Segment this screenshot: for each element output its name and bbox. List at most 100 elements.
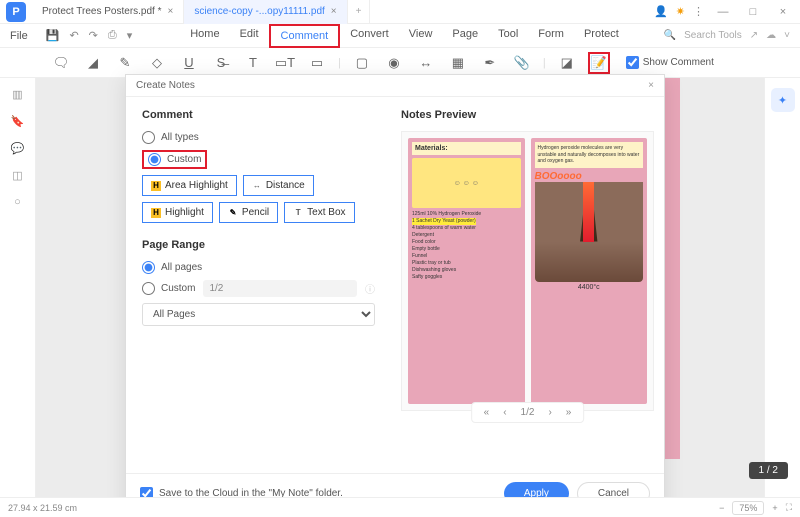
cloud-icon[interactable]: ☁ — [766, 30, 776, 41]
show-comment-toggle[interactable]: Show Comment — [626, 56, 714, 69]
comments-icon[interactable]: 💬 — [11, 142, 25, 155]
save-icon[interactable]: 💾 — [46, 29, 60, 42]
underline-tool-icon[interactable]: U — [178, 52, 200, 74]
close-icon[interactable]: × — [331, 6, 337, 17]
create-note-tool-icon[interactable]: 📝 — [588, 52, 610, 74]
menu-view[interactable]: View — [399, 24, 443, 48]
ai-panel-icon[interactable]: ✦ — [771, 88, 795, 112]
close-button[interactable]: × — [772, 6, 794, 18]
page-indicator: 1/2 — [521, 407, 535, 418]
highlight-tool-icon[interactable]: ◢ — [82, 52, 104, 74]
chip-distance[interactable]: ↔Distance — [243, 175, 314, 196]
chip-area-highlight[interactable]: HArea Highlight — [142, 175, 237, 196]
maximize-button[interactable]: □ — [742, 6, 764, 18]
tab-label: Protect Trees Posters.pdf * — [42, 6, 162, 17]
shape-tool-icon[interactable]: ▢ — [351, 52, 373, 74]
statusbar: 27.94 x 21.59 cm − 75% + ⛶ — [0, 497, 800, 517]
menu-page[interactable]: Page — [442, 24, 488, 48]
prev-page-icon[interactable]: ‹ — [503, 407, 506, 418]
file-menu[interactable]: File — [0, 30, 38, 42]
dropdown-icon[interactable]: ▾ — [127, 29, 133, 42]
materials-list: 125ml 10% Hydrogen Peroxide 1 Sachet Dry… — [412, 211, 521, 281]
user-avatar-icon[interactable]: 👤 — [654, 5, 668, 18]
eraser-tool-icon[interactable]: ◇ — [146, 52, 168, 74]
area-tool-icon[interactable]: ▦ — [447, 52, 469, 74]
preview-heading: Notes Preview — [401, 109, 654, 121]
create-notes-dialog: Create Notes × Comment All types Custom … — [125, 74, 665, 514]
fit-width-icon[interactable]: ⛶ — [786, 502, 792, 513]
page-select[interactable]: All Pages — [142, 303, 375, 326]
titlebar: P Protect Trees Posters.pdf * × science-… — [0, 0, 800, 24]
boom-text: BOOoooo — [535, 171, 644, 182]
attach-tool-icon[interactable]: 📎 — [511, 52, 533, 74]
stamp-tool-icon[interactable]: ◉ — [383, 52, 405, 74]
zoom-level[interactable]: 75% — [732, 501, 764, 515]
tab-label: science-copy -...opy11111.pdf — [194, 6, 324, 17]
note-tool-icon[interactable]: 🗨 — [50, 52, 72, 74]
chip-pencil[interactable]: ✎Pencil — [219, 202, 278, 223]
all-types-radio[interactable]: All types — [142, 131, 375, 144]
custom-pages-radio[interactable]: Custom — [142, 282, 195, 295]
zoom-in-icon[interactable]: + — [772, 503, 777, 513]
textbox-tool-icon[interactable]: ▭T — [274, 52, 296, 74]
search-placeholder[interactable]: Search Tools — [684, 30, 742, 41]
info-icon: ⓘ — [365, 281, 375, 296]
app-icon: P — [6, 2, 26, 22]
menu-comment[interactable]: Comment — [269, 24, 341, 48]
page-badge: 1 / 2 — [749, 462, 788, 479]
share-icon[interactable]: ↗ — [750, 30, 758, 41]
search-panel-icon[interactable]: ○ — [14, 196, 21, 208]
menubar: File 💾 ↶ ↷ ⎙ ▾ Home Edit Comment Convert… — [0, 24, 800, 48]
close-icon[interactable]: × — [648, 80, 654, 91]
callout-tool-icon[interactable]: ▭ — [306, 52, 328, 74]
undo-icon[interactable]: ↶ — [69, 29, 78, 42]
attachments-icon[interactable]: ◫ — [12, 169, 22, 182]
close-icon[interactable]: × — [168, 6, 174, 17]
menu-edit[interactable]: Edit — [230, 24, 269, 48]
custom-pages-input[interactable] — [203, 280, 357, 297]
redo-icon[interactable]: ↷ — [89, 29, 98, 42]
chip-highlight[interactable]: HHighlight — [142, 202, 213, 223]
menu-tool[interactable]: Tool — [488, 24, 528, 48]
custom-radio-highlight: Custom — [142, 150, 207, 169]
print-icon[interactable]: ⎙ — [108, 29, 117, 42]
tab-1[interactable]: science-copy -...opy11111.pdf × — [184, 0, 347, 24]
menu-home[interactable]: Home — [180, 24, 229, 48]
chip-text-box[interactable]: TText Box — [284, 202, 354, 223]
last-page-icon[interactable]: » — [566, 407, 572, 418]
menu-form[interactable]: Form — [528, 24, 574, 48]
volcano-illustration — [535, 182, 644, 282]
notes-preview: Materials: ☺ ☺ ☺ 125ml 10% Hydrogen Pero… — [401, 131, 654, 411]
materials-illustration: ☺ ☺ ☺ — [412, 158, 521, 208]
new-tab-button[interactable]: + — [348, 0, 371, 24]
all-pages-radio[interactable]: All pages — [142, 261, 375, 274]
minimize-button[interactable]: — — [712, 6, 734, 18]
distance-tool-icon[interactable]: ↔ — [415, 52, 437, 74]
thumbnails-icon[interactable]: ▥ — [12, 88, 22, 101]
first-page-icon[interactable]: « — [484, 407, 490, 418]
tab-0[interactable]: Protect Trees Posters.pdf * × — [32, 0, 184, 24]
pencil-tool-icon[interactable]: ✎ — [114, 52, 136, 74]
page-range-heading: Page Range — [142, 239, 375, 251]
custom-radio[interactable]: Custom — [148, 153, 201, 166]
bookmark-icon[interactable]: 🔖 — [11, 115, 25, 128]
signature-tool-icon[interactable]: ✒ — [479, 52, 501, 74]
menu-protect[interactable]: Protect — [574, 24, 629, 48]
search-icon: 🔍 — [664, 30, 676, 41]
preview-pager: « ‹ 1/2 › » — [471, 402, 585, 423]
text-tool-icon[interactable]: T — [242, 52, 264, 74]
preview-card-1: Materials: ☺ ☺ ☺ 125ml 10% Hydrogen Pero… — [408, 138, 525, 404]
notification-icon[interactable]: ✷ — [676, 5, 685, 18]
left-rail: ▥ 🔖 💬 ◫ ○ — [0, 78, 36, 497]
chevron-down-icon[interactable]: ˅ — [784, 30, 790, 41]
zoom-out-icon[interactable]: − — [719, 503, 724, 513]
menu-convert[interactable]: Convert — [340, 24, 399, 48]
comment-heading: Comment — [142, 109, 375, 121]
show-comment-checkbox[interactable] — [626, 56, 639, 69]
kebab-icon[interactable]: ⋮ — [693, 5, 704, 18]
next-page-icon[interactable]: › — [548, 407, 551, 418]
right-rail: ✦ — [764, 78, 800, 497]
dimensions-label: 27.94 x 21.59 cm — [8, 503, 77, 513]
hide-tool-icon[interactable]: ◪ — [556, 52, 578, 74]
strikethrough-tool-icon[interactable]: S̶ — [210, 52, 232, 74]
